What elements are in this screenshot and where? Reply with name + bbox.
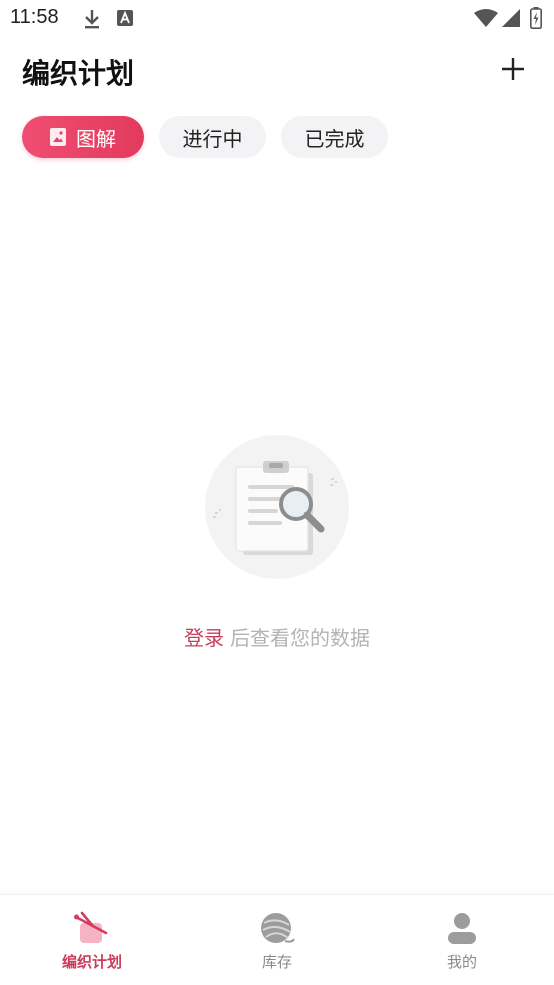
wifi-icon	[474, 9, 498, 31]
empty-state-message: 登录 后查看您的数据	[0, 622, 554, 651]
tab-completed[interactable]: 已完成	[281, 116, 388, 158]
nav-inventory[interactable]: 库存	[217, 895, 337, 985]
download-icon	[82, 8, 102, 34]
nav-inventory-label: 库存	[261, 953, 292, 971]
tab-diagram-label: 图解	[76, 126, 116, 151]
tab-diagram[interactable]: 图解	[22, 116, 144, 158]
status-bar: 11:58	[0, 0, 554, 36]
yarn-ball-icon	[259, 911, 295, 949]
nav-profile[interactable]: 我的	[402, 895, 522, 985]
clipboard-search-icon	[203, 433, 351, 585]
knitting-icon	[74, 911, 110, 949]
image-icon	[50, 128, 66, 146]
battery-icon	[530, 7, 542, 33]
text-a-icon	[116, 9, 134, 31]
login-link[interactable]: 登录	[184, 626, 224, 650]
bottom-navigation: 编织计划 库存 我的	[0, 894, 554, 985]
person-icon	[444, 911, 480, 949]
empty-state-text: 后查看您的数据	[230, 626, 370, 650]
page-title: 编织计划	[22, 57, 135, 90]
add-plan-button[interactable]	[496, 52, 530, 86]
status-time: 11:58	[10, 6, 59, 28]
signal-icon	[502, 9, 520, 31]
plus-icon	[502, 58, 524, 80]
tab-in-progress-label: 进行中	[182, 126, 243, 151]
tab-in-progress[interactable]: 进行中	[159, 116, 266, 158]
tab-completed-label: 已完成	[304, 126, 365, 151]
nav-profile-label: 我的	[446, 953, 477, 971]
nav-knitting-plan-label: 编织计划	[61, 953, 122, 971]
nav-knitting-plan[interactable]: 编织计划	[32, 895, 152, 985]
